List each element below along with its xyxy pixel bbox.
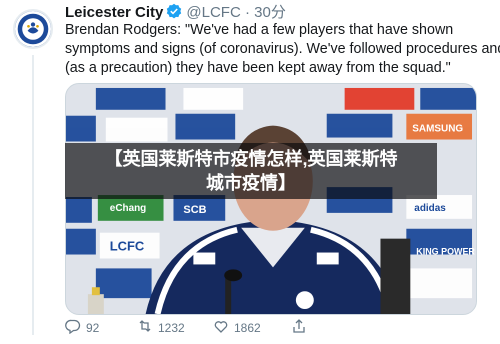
author-handle[interactable]: @LCFC — [186, 4, 240, 21]
reply-count: 92 — [86, 320, 100, 335]
thread-line — [32, 55, 34, 335]
retweet-count: 1232 — [158, 320, 185, 335]
share-icon — [291, 318, 307, 337]
svg-text:adidas: adidas — [414, 203, 446, 214]
like-icon — [213, 318, 229, 337]
tweet-text-line: symptoms and signs (of coronavirus). We'… — [65, 41, 500, 57]
tweet-photo[interactable]: LCFC KING POWER eChang adidas SCB SAMSUN… — [65, 83, 477, 315]
tweet-text-line: (as a precaution) they have been kept aw… — [65, 60, 451, 76]
tweet-card[interactable]: Leicester City @LCFC · 30分 Brendan Rodge… — [0, 0, 500, 344]
overlay-line: 【英国莱斯特市疫情怎样,英国莱斯特 — [104, 149, 398, 169]
separator-dot: · — [244, 4, 250, 21]
reply-icon — [65, 318, 81, 337]
svg-text:eChang: eChang — [110, 203, 146, 214]
tweet-text-line: Brendan Rodgers: "We've had a few player… — [65, 22, 454, 38]
svg-text:SCB: SCB — [183, 204, 206, 216]
retweet-icon — [137, 318, 153, 337]
like-button[interactable]: 1862 — [213, 318, 261, 337]
overlay-line: 城市疫情】 — [206, 173, 296, 193]
svg-text:KING POWER: KING POWER — [416, 247, 475, 257]
like-count: 1862 — [234, 320, 261, 335]
action-bar: 92 1232 1862 — [65, 318, 495, 338]
share-button[interactable] — [291, 318, 307, 337]
tweet-text: Brendan Rodgers: "We've had a few player… — [65, 21, 500, 78]
reply-button[interactable]: 92 — [65, 318, 99, 337]
svg-text:SAMSUNG: SAMSUNG — [412, 124, 463, 135]
retweet-button[interactable]: 1232 — [137, 318, 185, 337]
press-conference-photo: LCFC KING POWER eChang adidas SCB SAMSUN… — [66, 84, 476, 314]
title-overlay: 【英国莱斯特市疫情怎样,英国莱斯特 城市疫情】 — [65, 143, 437, 199]
timestamp[interactable]: 30分 — [254, 4, 286, 21]
svg-text:LCFC: LCFC — [110, 239, 144, 254]
avatar[interactable] — [13, 9, 53, 49]
author-name[interactable]: Leicester City — [65, 4, 163, 21]
club-crest-icon — [15, 11, 51, 47]
